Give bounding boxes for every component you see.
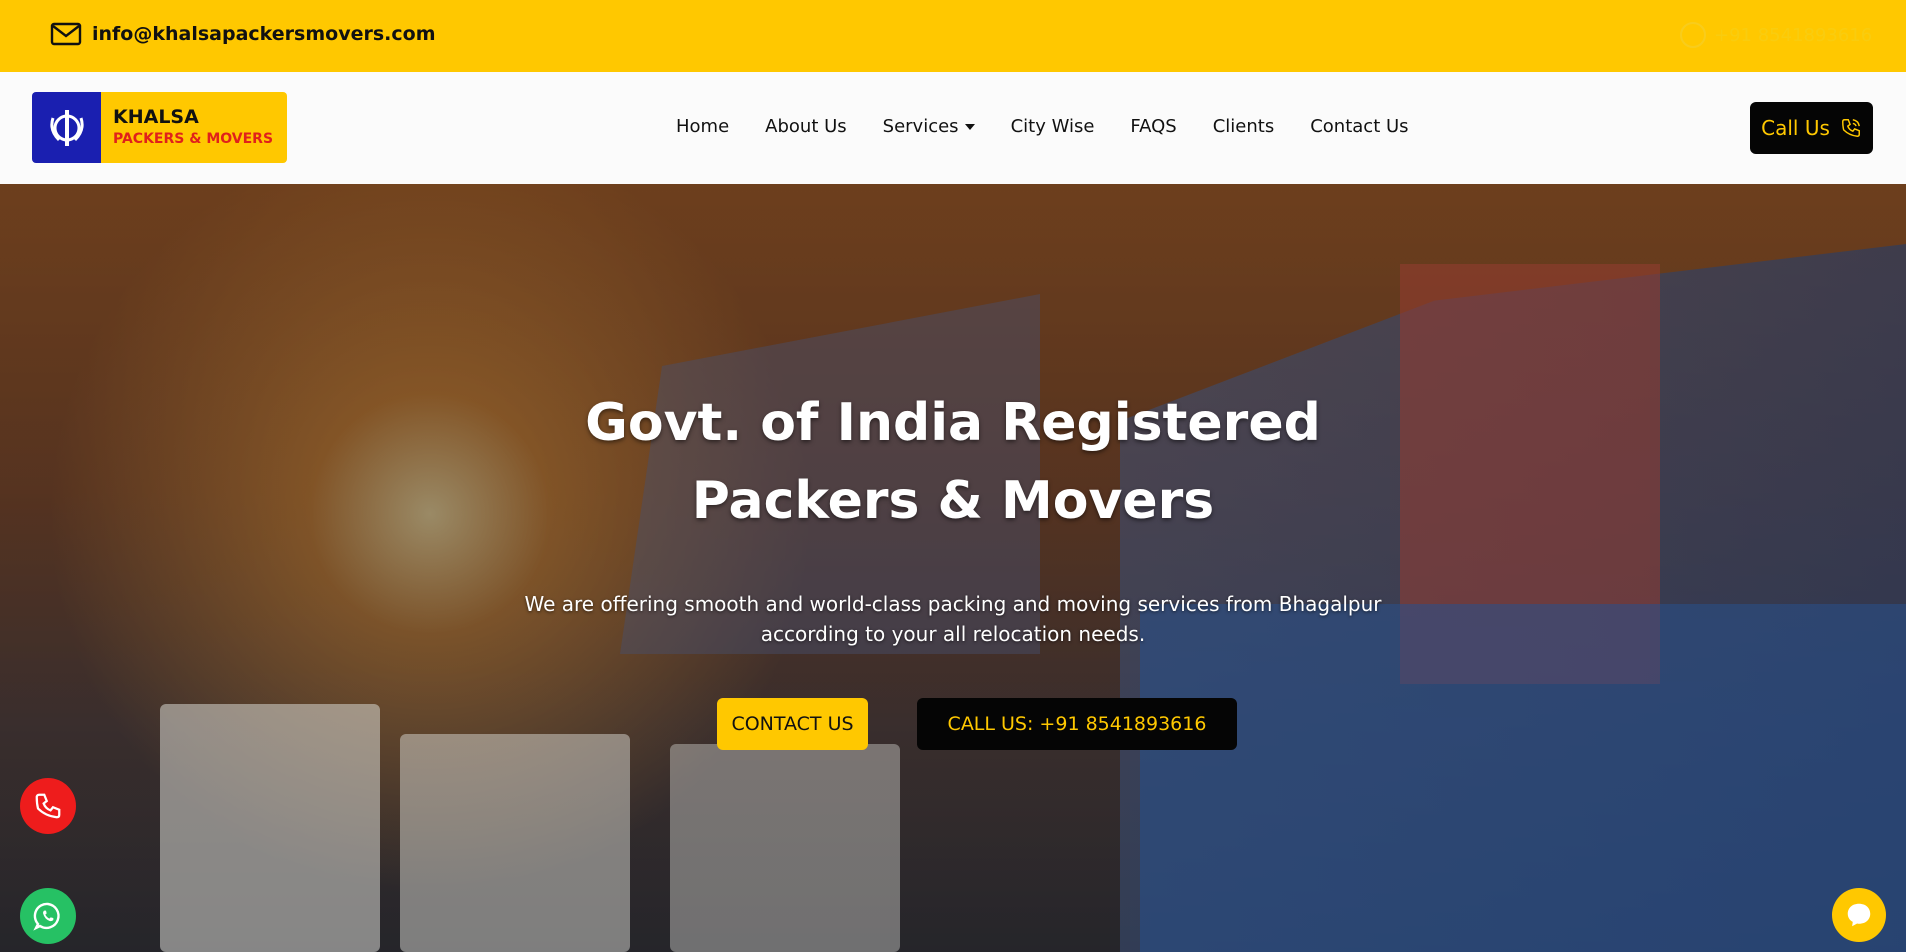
contact-us-button[interactable]: CONTACT US bbox=[717, 698, 868, 750]
email-text: info@khalsapackersmovers.com bbox=[92, 23, 436, 45]
nav-item-city-wise[interactable]: City Wise bbox=[1011, 116, 1095, 137]
hero-title-line2: Packers & Movers bbox=[691, 471, 1215, 531]
hero-title: Govt. of India Registered Packers & Move… bbox=[0, 384, 1906, 540]
site-logo[interactable]: KHALSA PACKERS & MOVERS bbox=[32, 92, 287, 163]
truck-decoration bbox=[670, 744, 900, 952]
hero-subtitle-line2: according to your all relocation needs. bbox=[760, 622, 1146, 646]
nav-item-contact-us[interactable]: Contact Us bbox=[1310, 116, 1408, 137]
top-contact-bar: info@khalsapackersmovers.com +91 8541893… bbox=[0, 0, 1906, 72]
nav-label: City Wise bbox=[1010, 116, 1095, 137]
nav-item-about-us[interactable]: About Us bbox=[765, 116, 847, 137]
nav-item-clients[interactable]: Clients bbox=[1213, 116, 1275, 137]
phone-circle-icon bbox=[1680, 22, 1706, 48]
floating-whatsapp-button[interactable] bbox=[20, 888, 76, 944]
whatsapp-icon bbox=[33, 902, 60, 931]
floating-phone-button[interactable] bbox=[20, 778, 76, 834]
topbar-phone-text: +91 8541893616 bbox=[1714, 24, 1873, 46]
nav-label: Clients bbox=[1212, 116, 1275, 137]
hero-subtitle-line1: We are offering smooth and world-class p… bbox=[524, 592, 1382, 616]
chat-bubble-icon bbox=[1847, 903, 1871, 927]
call-us-label: Call Us bbox=[1761, 116, 1830, 140]
nav-item-home[interactable]: Home bbox=[676, 116, 729, 137]
nav-menu: Home About Us Services City Wise FAQS Cl… bbox=[676, 116, 1445, 137]
envelope-icon bbox=[50, 22, 82, 46]
hero-subtitle: We are offering smooth and world-class p… bbox=[503, 589, 1403, 649]
nav-label: About Us bbox=[765, 116, 847, 137]
email-link[interactable]: info@khalsapackersmovers.com bbox=[50, 22, 436, 46]
hero-title-line1: Govt. of India Registered bbox=[585, 393, 1321, 453]
phone-ringing-icon bbox=[1841, 119, 1860, 137]
phone-icon bbox=[35, 793, 61, 819]
truck-decoration bbox=[160, 704, 380, 952]
hero-banner: Govt. of India Registered Packers & Move… bbox=[0, 184, 1906, 952]
nav-item-services[interactable]: Services bbox=[883, 116, 975, 137]
call-us-number-button[interactable]: CALL US: +91 8541893616 bbox=[917, 698, 1237, 750]
nav-label: Contact Us bbox=[1310, 116, 1409, 137]
khanda-icon bbox=[32, 92, 101, 163]
floating-chat-button[interactable] bbox=[1832, 888, 1886, 942]
nav-label: FAQS bbox=[1130, 116, 1177, 137]
truck-decoration bbox=[400, 734, 630, 952]
topbar-phone-link[interactable]: +91 8541893616 bbox=[1680, 22, 1872, 48]
container-stack-decoration bbox=[1140, 604, 1906, 952]
main-navbar: KHALSA PACKERS & MOVERS Home About Us Se… bbox=[0, 72, 1906, 184]
caret-down-icon bbox=[964, 123, 975, 130]
logo-subtitle: PACKERS & MOVERS bbox=[113, 131, 274, 147]
call-us-button[interactable]: Call Us bbox=[1750, 102, 1873, 154]
nav-label: Services bbox=[882, 116, 959, 137]
nav-item-faqs[interactable]: FAQS bbox=[1130, 116, 1176, 137]
nav-label: Home bbox=[676, 116, 730, 137]
logo-title: KHALSA bbox=[113, 106, 199, 128]
